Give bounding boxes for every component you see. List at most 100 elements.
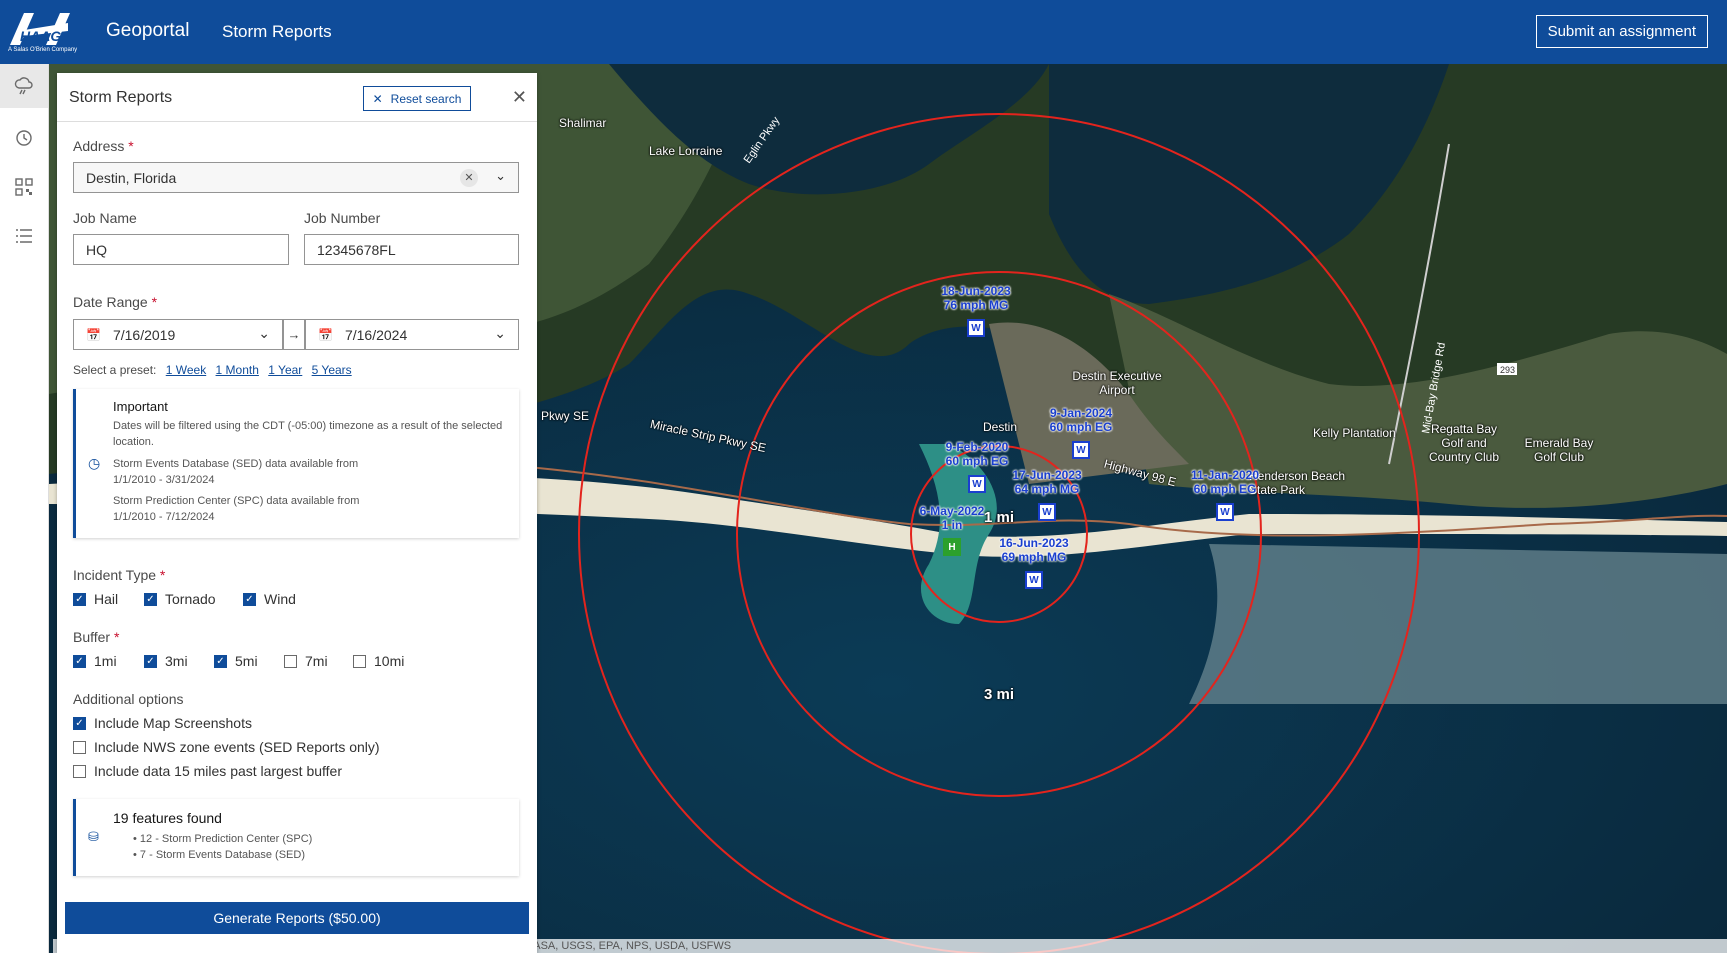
place-label: Destin xyxy=(983,420,1018,434)
place-label: Regatta Bay Golf and Country Club xyxy=(1428,422,1500,464)
event-label: 17-Jun-2023 64 mph MG xyxy=(1012,468,1082,496)
event-label: 16-Jun-2023 69 mph MG xyxy=(999,536,1069,564)
event-label: 9-Feb-2020 60 mph EG xyxy=(945,440,1009,468)
feature-item: • 7 - Storm Events Database (SED) xyxy=(133,849,305,861)
place-label: Henderson Beach State Park xyxy=(1249,469,1346,497)
incident-wind[interactable]: ✓ Wind xyxy=(243,591,296,607)
wind-event-marker[interactable]: W xyxy=(968,475,986,493)
incident-hail[interactable]: ✓ Hail xyxy=(73,591,118,607)
incident-tornado[interactable]: ✓ Tornado xyxy=(144,591,216,607)
chevron-down-icon[interactable]: ⌄ xyxy=(495,168,506,184)
preset-1-week[interactable]: 1 Week xyxy=(166,363,206,377)
date-end-field[interactable]: 📅 7/16/2024 ⌄ xyxy=(305,319,519,350)
option-map-screenshots[interactable]: ✓ Include Map Screenshots xyxy=(73,715,252,731)
spc-text: Storm Prediction Center (SPC) data avail… xyxy=(113,495,360,507)
job-name-label: Job Name xyxy=(73,210,137,226)
svg-text:HAAG: HAAG xyxy=(20,28,61,44)
chevron-down-icon: ⌄ xyxy=(494,325,506,341)
features-title: 19 features found xyxy=(113,810,222,826)
chevron-down-icon: ⌄ xyxy=(258,325,270,341)
event-label: 11-Jan-2020 60 mph EG xyxy=(1190,468,1260,496)
date-arrow-icon: → xyxy=(283,319,305,350)
place-label: Emerald Bay Golf Club xyxy=(1524,436,1594,464)
submit-assignment-button[interactable]: Submit an assignment xyxy=(1535,15,1708,48)
checkbox-icon[interactable] xyxy=(353,654,366,668)
address-label: Address * xyxy=(73,138,134,154)
event-label: 18-Jun-2023 76 mph MG xyxy=(941,284,1011,312)
preset-label: Select a preset: xyxy=(73,363,157,377)
hail-event-marker[interactable]: H xyxy=(943,538,961,556)
notice-timezone-text: Dates will be filtered using the CDT (-0… xyxy=(113,420,503,448)
app-subtitle[interactable]: Storm Reports xyxy=(222,22,332,42)
place-label: Kelly Plantation xyxy=(1313,426,1396,440)
job-number-label: Job Number xyxy=(304,210,381,226)
additional-options-label: Additional options xyxy=(73,691,184,707)
svg-text:293: 293 xyxy=(1500,365,1515,375)
database-icon: ⛁ xyxy=(88,829,99,844)
checkbox-icon[interactable] xyxy=(284,654,297,668)
generate-reports-button[interactable]: Generate Reports ($50.00) xyxy=(65,902,529,934)
date-end-value: 7/16/2024 xyxy=(344,326,408,343)
checkbox-icon[interactable]: ✓ xyxy=(144,592,157,606)
preset-5-years[interactable]: 5 Years xyxy=(312,363,352,377)
checkbox-icon[interactable]: ✓ xyxy=(73,592,86,606)
sed-range: 1/1/2010 - 3/31/2024 xyxy=(113,474,215,486)
place-label: Lake Lorraine xyxy=(649,144,723,158)
ring-label-1mi: 1 mi xyxy=(983,509,1015,526)
reset-search-button[interactable]: ✕ Reset search xyxy=(363,86,471,111)
checkbox-icon[interactable]: ✓ xyxy=(214,654,227,668)
wind-event-marker[interactable]: W xyxy=(1072,441,1090,459)
logo-subtitle: A Salas O'Brien Company xyxy=(8,47,78,53)
buffer-1mi[interactable]: ✓ 1mi xyxy=(73,653,117,669)
option-15-miles[interactable]: Include data 15 miles past largest buffe… xyxy=(73,763,342,779)
feature-item: • 12 - Storm Prediction Center (SPC) xyxy=(133,833,313,845)
wind-event-marker[interactable]: W xyxy=(1216,503,1234,521)
close-panel-icon[interactable]: ✕ xyxy=(512,87,527,108)
checkbox-icon[interactable] xyxy=(73,764,86,778)
buffer-10mi[interactable]: 10mi xyxy=(353,653,404,669)
history-icon[interactable] xyxy=(12,126,36,150)
checkbox-icon[interactable]: ✓ xyxy=(73,654,86,668)
checkbox-icon[interactable] xyxy=(73,740,86,754)
ring-label-3mi: 3 mi xyxy=(983,686,1015,703)
address-value: Destin, Florida xyxy=(86,169,177,186)
wind-event-marker[interactable]: W xyxy=(1038,503,1056,521)
qr-icon[interactable] xyxy=(12,175,36,199)
job-name-field[interactable]: HQ xyxy=(73,234,289,265)
spc-range: 1/1/2010 - 7/12/2024 xyxy=(113,511,215,523)
buffer-5mi[interactable]: ✓ 5mi xyxy=(214,653,258,669)
preset-1-year[interactable]: 1 Year xyxy=(268,363,302,377)
option-nws-zone[interactable]: Include NWS zone events (SED Reports onl… xyxy=(73,739,380,755)
list-icon[interactable] xyxy=(12,224,36,248)
haag-logo[interactable]: HAAG A Salas O'Brien Company xyxy=(6,7,84,57)
preset-1-month[interactable]: 1 Month xyxy=(216,363,259,377)
close-icon: ✕ xyxy=(372,91,383,106)
features-notice: 19 features found ⛁ • 12 - Storm Predict… xyxy=(73,799,519,876)
sed-text: Storm Events Database (SED) data availab… xyxy=(113,458,359,470)
tool-strip: » xyxy=(0,64,49,953)
buffer-label: Buffer * xyxy=(73,629,120,645)
clock-calendar-icon: ◷ xyxy=(88,455,101,471)
wind-event-marker[interactable]: W xyxy=(1025,571,1043,589)
road-label: Pkwy SE xyxy=(541,409,590,423)
storm-icon[interactable] xyxy=(0,64,48,108)
address-field[interactable]: Destin, Florida ✕ ⌄ xyxy=(73,162,519,193)
preset-row: Select a preset: 1 Week 1 Month 1 Year 5… xyxy=(73,363,352,377)
wind-event-marker[interactable]: W xyxy=(967,319,985,337)
event-label: 9-Jan-2024 60 mph EG xyxy=(1049,406,1113,434)
buffer-7mi[interactable]: 7mi xyxy=(284,653,328,669)
important-notice: Important Dates will be filtered using t… xyxy=(73,389,519,538)
place-label: Destin Executive Airport xyxy=(1072,369,1162,397)
date-start-field[interactable]: 📅 7/16/2019 ⌄ xyxy=(73,319,283,350)
clear-icon[interactable]: ✕ xyxy=(460,169,478,187)
buffer-3mi[interactable]: ✓ 3mi xyxy=(144,653,188,669)
calendar-icon: 📅 xyxy=(318,327,333,342)
job-number-field[interactable]: 12345678FL xyxy=(304,234,519,265)
panel-title: Storm Reports xyxy=(69,89,173,106)
checkbox-icon[interactable]: ✓ xyxy=(144,654,157,668)
reset-search-label: Reset search xyxy=(390,91,462,106)
event-label: 6-May-2022 1 in xyxy=(919,504,985,532)
checkbox-icon[interactable]: ✓ xyxy=(243,592,256,606)
app-title[interactable]: Geoportal xyxy=(106,20,189,42)
checkbox-icon[interactable]: ✓ xyxy=(73,716,86,730)
